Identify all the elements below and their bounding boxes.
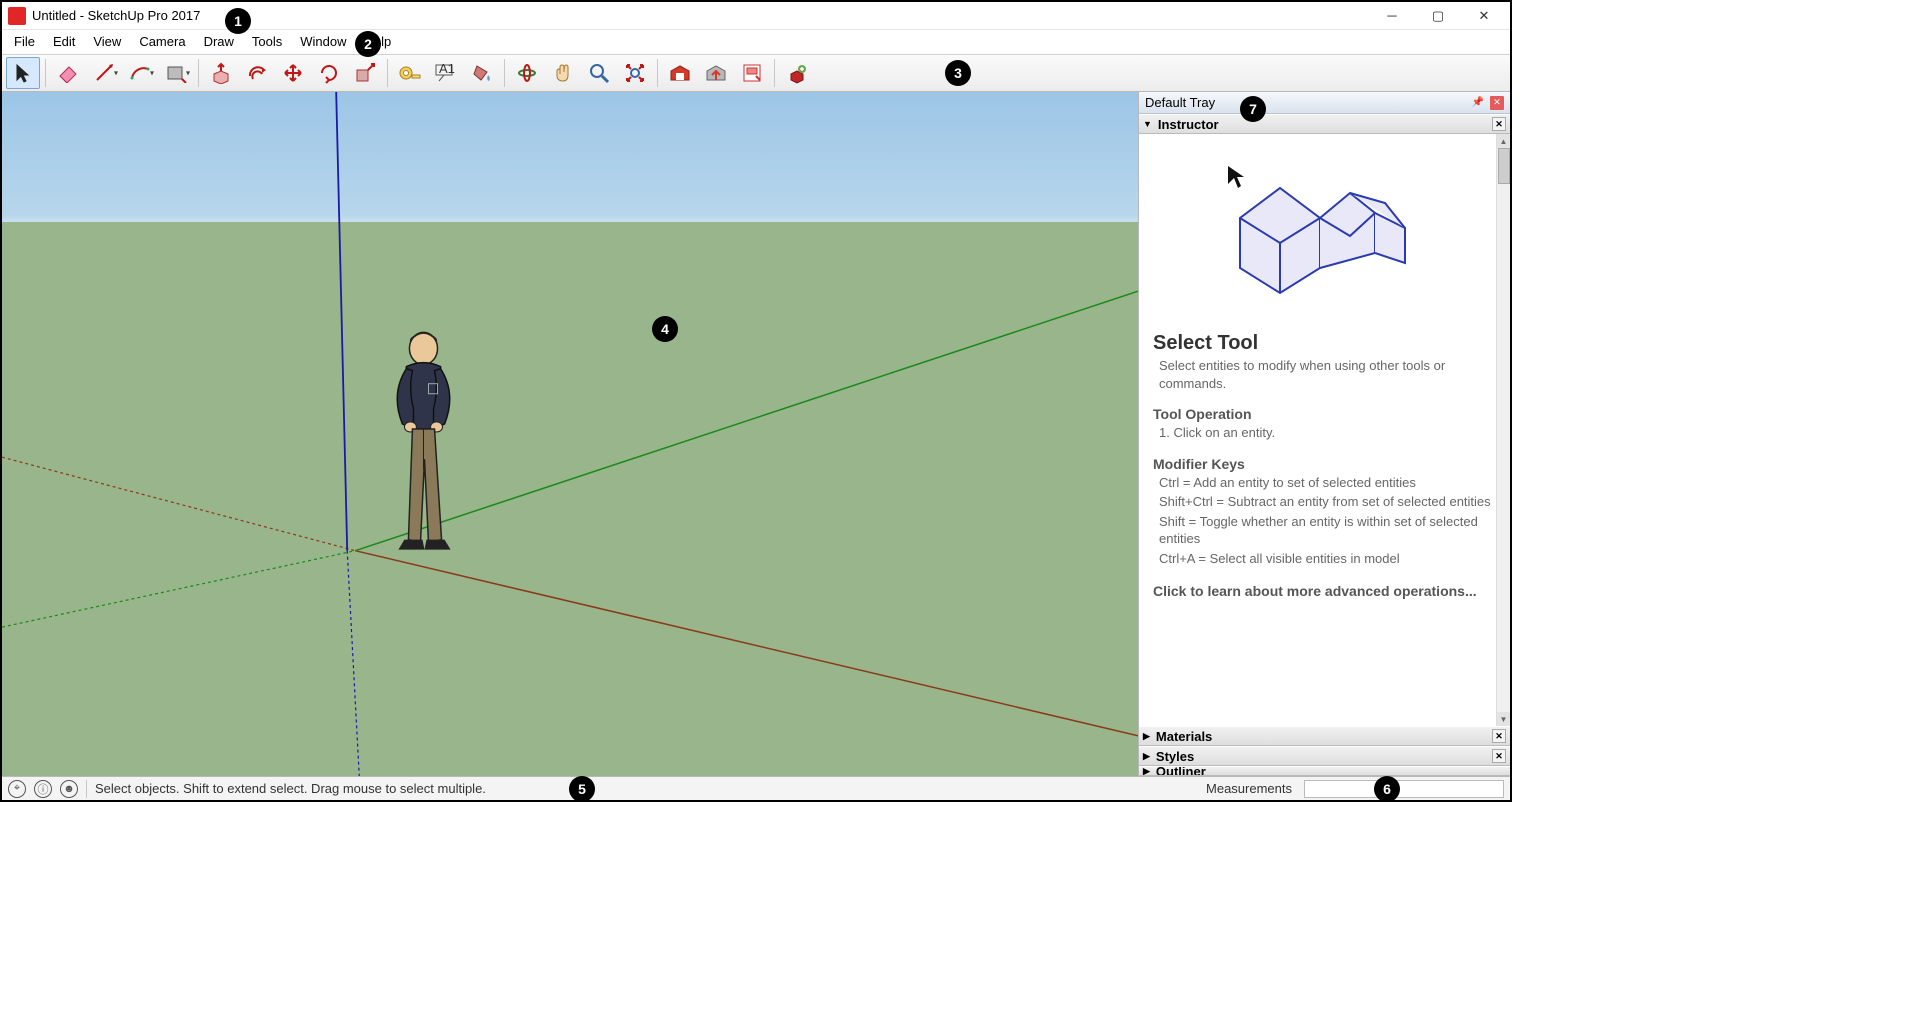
instructor-heading: Select Tool xyxy=(1153,332,1496,355)
select-tool[interactable] xyxy=(6,57,40,89)
orbit-tool[interactable] xyxy=(510,57,544,89)
scroll-up-icon[interactable]: ▲ xyxy=(1497,134,1511,148)
chevron-right-icon: ▶ xyxy=(1143,766,1150,776)
toolbar-separator xyxy=(387,59,388,87)
scroll-down-icon[interactable]: ▼ xyxy=(1497,712,1511,726)
chevron-right-icon: ▶ xyxy=(1143,751,1150,762)
credits-icon[interactable]: ⓘ xyxy=(34,780,52,798)
instructor-mk4: Ctrl+A = Select all visible entities in … xyxy=(1153,550,1496,568)
pin-icon[interactable]: 📌 xyxy=(1472,97,1484,108)
menu-tools[interactable]: Tools xyxy=(244,32,290,51)
status-message: Select objects. Shift to extend select. … xyxy=(95,781,486,796)
scroll-thumb[interactable] xyxy=(1498,148,1510,184)
close-button[interactable]: ✕ xyxy=(1464,2,1504,30)
statusbar: ⌖ ⓘ ☻ Select objects. Shift to extend se… xyxy=(2,776,1510,800)
eraser-tool[interactable] xyxy=(51,57,85,89)
instructor-operation-1: 1. Click on an entity. xyxy=(1153,424,1496,442)
push-pull-tool[interactable] xyxy=(204,57,238,89)
instructor-mk1: Ctrl = Add an entity to set of selected … xyxy=(1153,474,1496,492)
3d-warehouse-tool[interactable] xyxy=(663,57,697,89)
scale-figure xyxy=(397,332,450,549)
panel-outliner-header[interactable]: ▶ Outliner xyxy=(1139,766,1510,776)
pan-tool[interactable] xyxy=(546,57,580,89)
menubar: File Edit View Camera Draw Tools Window … xyxy=(2,30,1510,54)
extension-warehouse-tool[interactable] xyxy=(780,57,814,89)
instructor-mk3: Shift = Toggle whether an entity is with… xyxy=(1153,513,1496,548)
menu-file[interactable]: File xyxy=(6,32,43,51)
menu-window[interactable]: Window xyxy=(292,32,354,51)
panel-close-icon[interactable]: ✕ xyxy=(1492,749,1506,763)
zoom-tool[interactable] xyxy=(582,57,616,89)
instructor-operation-heading: Tool Operation xyxy=(1153,406,1496,422)
toolbar-separator xyxy=(657,59,658,87)
measurements-input[interactable] xyxy=(1304,780,1504,798)
instructor-more-link[interactable]: Click to learn about more advanced opera… xyxy=(1153,583,1496,599)
toolbar-separator xyxy=(45,59,46,87)
titlebar: Untitled - SketchUp Pro 2017 ─ ▢ ✕ xyxy=(2,2,1510,30)
instructor-illustration xyxy=(1153,134,1496,318)
toolbar-separator xyxy=(198,59,199,87)
panel-styles-label: Styles xyxy=(1156,749,1194,764)
panel-instructor-body: ▲ ▼ xyxy=(1139,134,1510,726)
tray-title: Default Tray xyxy=(1145,95,1215,110)
menu-help[interactable]: Help xyxy=(357,32,400,51)
menu-view[interactable]: View xyxy=(85,32,129,51)
maximize-button[interactable]: ▢ xyxy=(1418,2,1458,30)
layout-tool[interactable] xyxy=(735,57,769,89)
menu-draw[interactable]: Draw xyxy=(196,32,242,51)
geo-icon[interactable]: ⌖ xyxy=(8,780,26,798)
viewport-scene xyxy=(2,92,1138,776)
tape-measure-tool[interactable] xyxy=(393,57,427,89)
scale-tool[interactable] xyxy=(348,57,382,89)
rectangle-tool[interactable]: ▾ xyxy=(159,57,193,89)
panel-instructor-label: Instructor xyxy=(1158,117,1219,132)
paint-bucket-tool[interactable] xyxy=(465,57,499,89)
menu-edit[interactable]: Edit xyxy=(45,32,83,51)
panel-materials-header[interactable]: ▶ Materials ✕ xyxy=(1139,726,1510,746)
panel-close-icon[interactable]: ✕ xyxy=(1492,117,1506,131)
tray-header[interactable]: Default Tray 📌 ✕ xyxy=(1139,92,1510,114)
zoom-extents-tool[interactable] xyxy=(618,57,652,89)
arc-tool[interactable]: ▾ xyxy=(123,57,157,89)
app-window: 1 2 3 4 5 6 7 Untitled - SketchUp Pro 20… xyxy=(0,0,1512,802)
default-tray: Default Tray 📌 ✕ ▼ Instructor ✕ ▲ ▼ xyxy=(1138,92,1510,776)
window-title: Untitled - SketchUp Pro 2017 xyxy=(32,8,200,23)
panel-close-icon[interactable]: ✕ xyxy=(1492,729,1506,743)
person-icon[interactable]: ☻ xyxy=(60,780,78,798)
close-icon[interactable]: ✕ xyxy=(1490,96,1504,110)
measurements-label: Measurements xyxy=(1206,781,1292,796)
minimize-button[interactable]: ─ xyxy=(1372,2,1412,30)
chevron-right-icon: ▶ xyxy=(1143,731,1150,742)
toolbar: ▾ ▾ ▾ A1 xyxy=(2,54,1510,92)
share-model-tool[interactable] xyxy=(699,57,733,89)
instructor-modifiers-heading: Modifier Keys xyxy=(1153,456,1496,472)
panel-materials-label: Materials xyxy=(1156,729,1212,744)
rotate-tool[interactable] xyxy=(312,57,346,89)
panel-styles-header[interactable]: ▶ Styles ✕ xyxy=(1139,746,1510,766)
3d-viewport[interactable] xyxy=(2,92,1138,776)
toolbar-separator xyxy=(774,59,775,87)
panel-outliner-label: Outliner xyxy=(1156,766,1206,776)
instructor-desc: Select entities to modify when using oth… xyxy=(1153,357,1496,392)
panel-instructor-header[interactable]: ▼ Instructor ✕ xyxy=(1139,114,1510,134)
svg-text:A1: A1 xyxy=(439,63,455,76)
move-tool[interactable] xyxy=(276,57,310,89)
text-tool[interactable]: A1 xyxy=(429,57,463,89)
content-area: Default Tray 📌 ✕ ▼ Instructor ✕ ▲ ▼ xyxy=(2,92,1510,776)
tray-scrollbar[interactable]: ▲ ▼ xyxy=(1496,134,1510,726)
instructor-mk2: Shift+Ctrl = Subtract an entity from set… xyxy=(1153,493,1496,511)
chevron-down-icon: ▼ xyxy=(1143,119,1152,129)
toolbar-separator xyxy=(504,59,505,87)
line-tool[interactable]: ▾ xyxy=(87,57,121,89)
offset-tool[interactable] xyxy=(240,57,274,89)
menu-camera[interactable]: Camera xyxy=(131,32,193,51)
app-icon xyxy=(8,7,26,25)
